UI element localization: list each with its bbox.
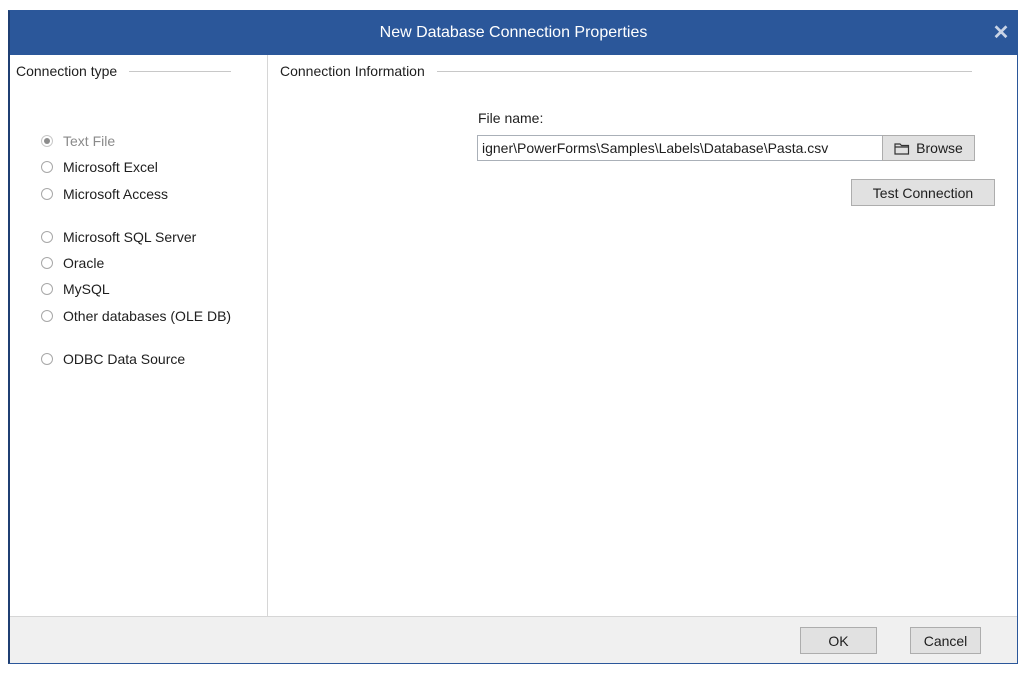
radio-label: Microsoft SQL Server [63, 229, 197, 245]
radio-button-icon [41, 188, 53, 200]
test-connection-button[interactable]: Test Connection [851, 179, 995, 206]
ok-button[interactable]: OK [800, 627, 877, 654]
divider [129, 70, 232, 72]
radio-label: Microsoft Access [63, 186, 169, 202]
radio-label: Oracle [63, 255, 105, 271]
radio-microsoft-excel[interactable]: Microsoft Excel [41, 159, 158, 175]
radio-oracle[interactable]: Oracle [41, 255, 104, 271]
radio-label: MySQL [63, 281, 110, 297]
connection-information-title: Connection Information [280, 63, 425, 79]
connection-type-panel: Connection type Text File Microsoft Exce… [10, 55, 268, 617]
divider [436, 70, 972, 72]
dialog-window: New Database Connection Properties ✕ Con… [8, 10, 1018, 664]
connection-information-panel: Connection Information File name: Browse… [268, 55, 1017, 617]
connection-type-header: Connection type [16, 63, 232, 79]
radio-button-icon [41, 283, 53, 295]
title-bar: New Database Connection Properties ✕ [10, 11, 1017, 55]
browse-button[interactable]: Browse [882, 135, 975, 161]
radio-button-icon [41, 231, 53, 243]
file-name-label: File name: [478, 110, 544, 126]
connection-information-header: Connection Information [280, 63, 972, 79]
folder-icon [894, 142, 910, 155]
radio-other-databases[interactable]: Other databases (OLE DB) [41, 308, 231, 324]
radio-microsoft-access[interactable]: Microsoft Access [41, 186, 168, 202]
radio-label: Microsoft Excel [63, 159, 158, 175]
radio-button-icon [41, 257, 53, 269]
radio-button-icon [41, 161, 53, 173]
browse-label: Browse [916, 140, 963, 156]
radio-text-file[interactable]: Text File [41, 133, 115, 149]
radio-label: ODBC Data Source [63, 351, 186, 367]
radio-mysql[interactable]: MySQL [41, 281, 110, 297]
cancel-button[interactable]: Cancel [910, 627, 981, 654]
radio-label: Other databases (OLE DB) [63, 308, 232, 324]
connection-type-title: Connection type [16, 63, 118, 79]
radio-button-icon [41, 135, 53, 147]
radio-odbc-data-source[interactable]: ODBC Data Source [41, 351, 185, 367]
close-icon[interactable]: ✕ [989, 21, 1013, 45]
radio-button-icon [41, 310, 53, 322]
radio-button-icon [41, 353, 53, 365]
file-name-input[interactable] [477, 135, 884, 161]
dialog-footer: OK Cancel [10, 616, 1017, 663]
radio-microsoft-sql-server[interactable]: Microsoft SQL Server [41, 229, 196, 245]
radio-label: Text File [63, 133, 116, 149]
dialog-title: New Database Connection Properties [379, 24, 648, 41]
